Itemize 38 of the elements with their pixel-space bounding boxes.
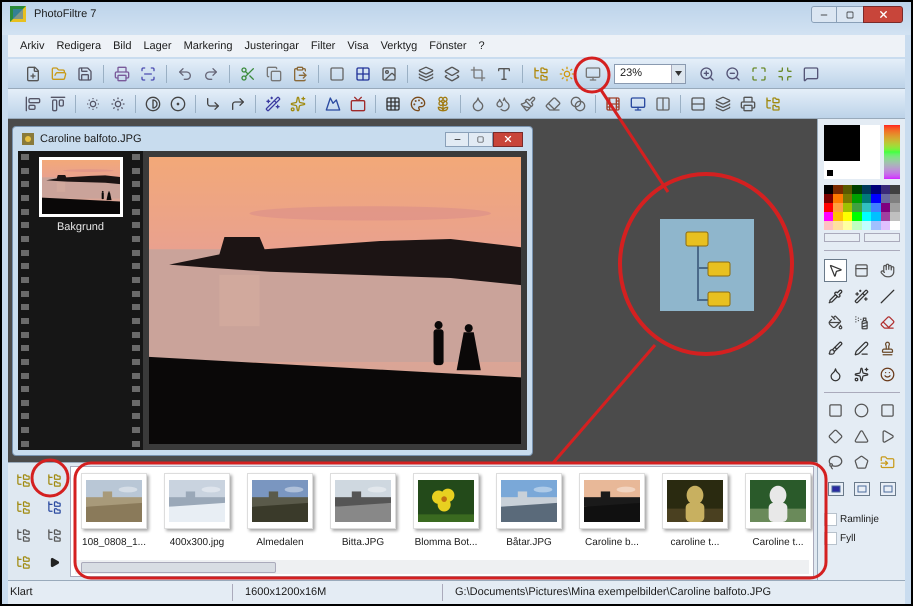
- status-text: Klart: [8, 584, 233, 601]
- app-logo-icon: [10, 6, 26, 22]
- dropdown-arrow-icon: [675, 71, 682, 76]
- menu-item[interactable]: Bild: [113, 38, 132, 54]
- color-spectrum[interactable]: [884, 125, 900, 179]
- maximize-icon: [477, 136, 484, 142]
- zoom-combobox[interactable]: 23%: [614, 64, 686, 84]
- menu-item[interactable]: Arkiv: [20, 38, 44, 54]
- menu-item[interactable]: Filter: [310, 38, 336, 54]
- pointer-icon[interactable]: [824, 259, 847, 282]
- close-icon: [503, 134, 513, 144]
- close-button[interactable]: [863, 6, 903, 23]
- close-icon: [878, 9, 888, 20]
- maximize-button[interactable]: [469, 132, 493, 146]
- color-selector-drawing: [824, 125, 880, 179]
- maximize-button[interactable]: [837, 6, 863, 23]
- menu-item[interactable]: Justeringar: [244, 38, 299, 54]
- menu-item[interactable]: Lager: [143, 38, 172, 54]
- menu-item[interactable]: Verktyg: [380, 38, 418, 54]
- checkbox-label: Fyll: [840, 532, 856, 546]
- menu-item[interactable]: Visa: [347, 38, 369, 54]
- close-button[interactable]: [493, 132, 523, 146]
- folder-tree-icon: [660, 219, 754, 311]
- menu-item[interactable]: ?: [478, 38, 485, 54]
- menu-item[interactable]: Markering: [184, 38, 232, 54]
- maximize-icon: [846, 10, 854, 18]
- annotation-circle: [30, 458, 70, 498]
- window-title: PhotoFiltre 7: [34, 7, 96, 22]
- color-palette-drawing[interactable]: [824, 185, 900, 230]
- menu-item[interactable]: Fönster: [429, 38, 467, 54]
- checkbox-label: Ramlinje: [840, 513, 879, 527]
- image-size-text: 1600x1200x16M: [233, 584, 443, 601]
- document-icon: [22, 133, 34, 145]
- horizontal-scrollbar[interactable]: [75, 560, 809, 574]
- file-path-text: G:\Documents\Pictures\Mina exempelbilder\Caroline balfoto.JPG: [454, 585, 772, 600]
- menu-item[interactable]: Redigera: [56, 38, 102, 54]
- document-title: Caroline balfoto.JPG: [40, 132, 142, 147]
- annotation-circle: [574, 56, 610, 94]
